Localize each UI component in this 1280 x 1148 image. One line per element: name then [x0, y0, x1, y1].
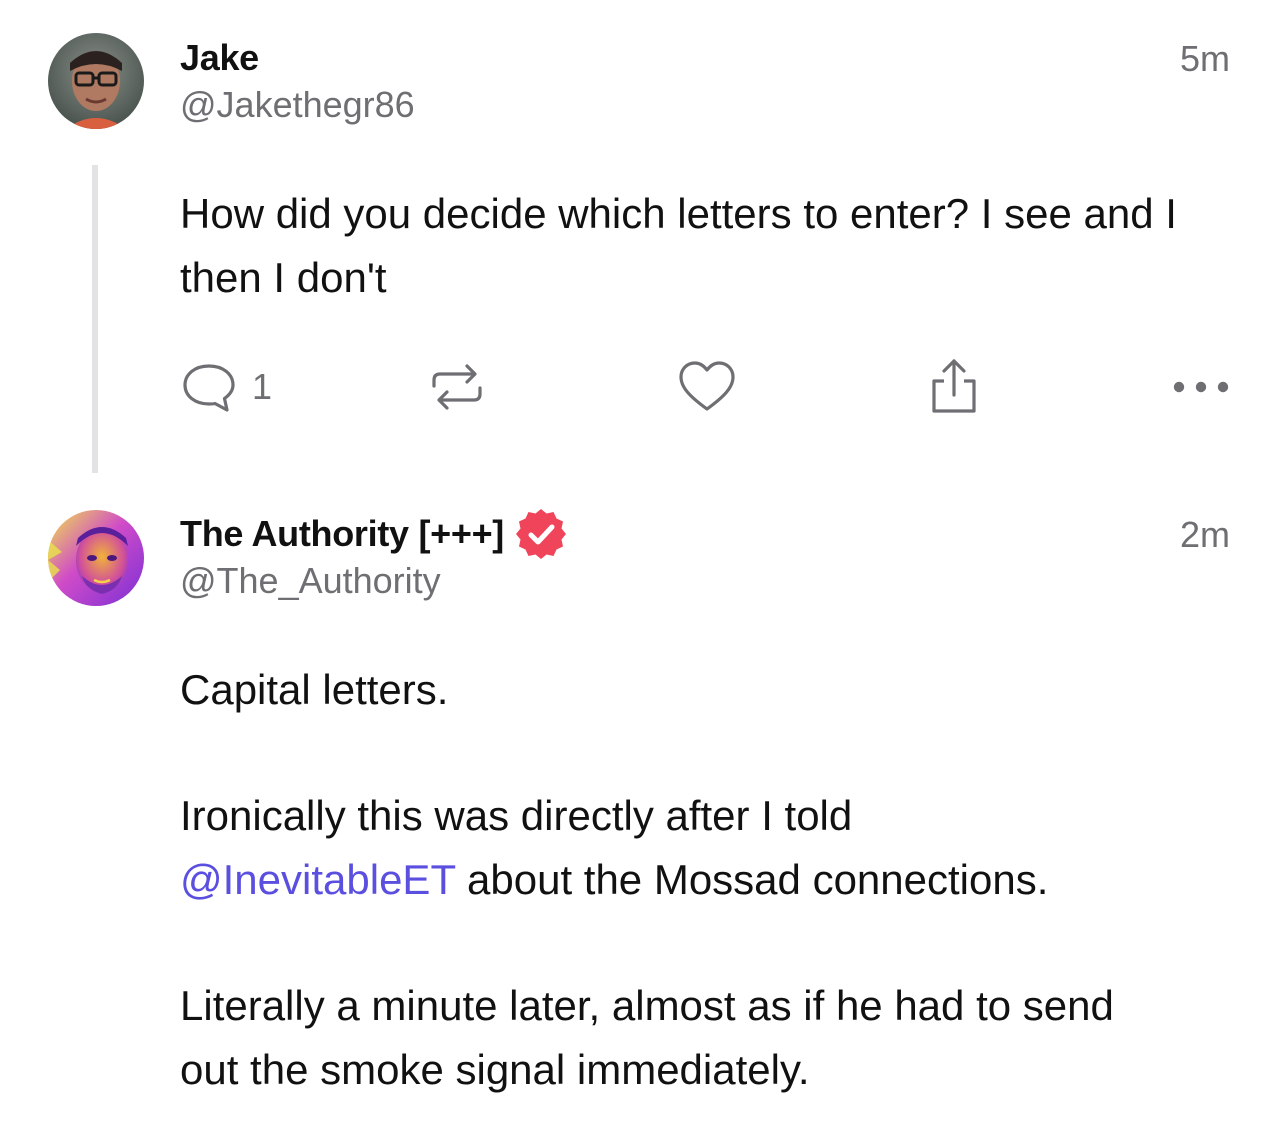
post-paragraph-1: Capital letters.	[180, 666, 449, 713]
share-upload-icon	[926, 357, 982, 417]
post-text-segment: about the Mossad connections.	[455, 856, 1049, 903]
timestamp: 2m	[1179, 514, 1230, 555]
action-bar: 1	[0, 352, 1280, 422]
ellipsis-icon	[1170, 377, 1234, 397]
share-button[interactable]	[926, 352, 982, 422]
like-button[interactable]	[677, 352, 737, 422]
display-name[interactable]: The Authority [+++]	[180, 513, 504, 555]
handle[interactable]: @The_Authority	[180, 560, 441, 602]
name-row-jake: Jake	[180, 36, 259, 80]
timestamp: 5m	[1179, 38, 1230, 79]
heart-icon	[677, 359, 737, 415]
name-row-the-authority: The Authority [+++]	[180, 509, 568, 559]
mention-link[interactable]: @InevitableET	[180, 856, 455, 903]
avatar-the-authority[interactable]	[48, 510, 144, 606]
post-jake: Jake @Jakethegr86 5m How did you decide …	[0, 0, 1280, 480]
post-paragraph-3: Literally a minute later, almost as if h…	[180, 982, 1114, 1093]
post-text-segment: Ironically this was directly after I tol…	[180, 792, 853, 839]
speech-bubble-icon	[180, 360, 238, 414]
reply-button[interactable]: 1	[180, 352, 272, 422]
avatar-jake[interactable]	[48, 33, 144, 129]
reply-count: 1	[252, 366, 273, 407]
post-text: How did you decide which letters to ente…	[180, 190, 1177, 301]
repost-arrows-icon	[426, 358, 488, 416]
handle[interactable]: @Jakethegr86	[180, 84, 415, 126]
post-paragraph-2: Ironically this was directly after I tol…	[180, 784, 1240, 912]
repost-button[interactable]	[426, 352, 488, 422]
verified-badge-icon	[514, 507, 568, 561]
thread-line	[92, 165, 98, 473]
post-the-authority: The Authority [+++] @The_Authority 2m Ca…	[0, 480, 1280, 1148]
post-body: How did you decide which letters to ente…	[180, 182, 1240, 310]
post-body: Capital letters. Ironically this was dir…	[180, 658, 1240, 1102]
display-name[interactable]: Jake	[180, 37, 259, 79]
more-options-button[interactable]	[1170, 352, 1234, 422]
